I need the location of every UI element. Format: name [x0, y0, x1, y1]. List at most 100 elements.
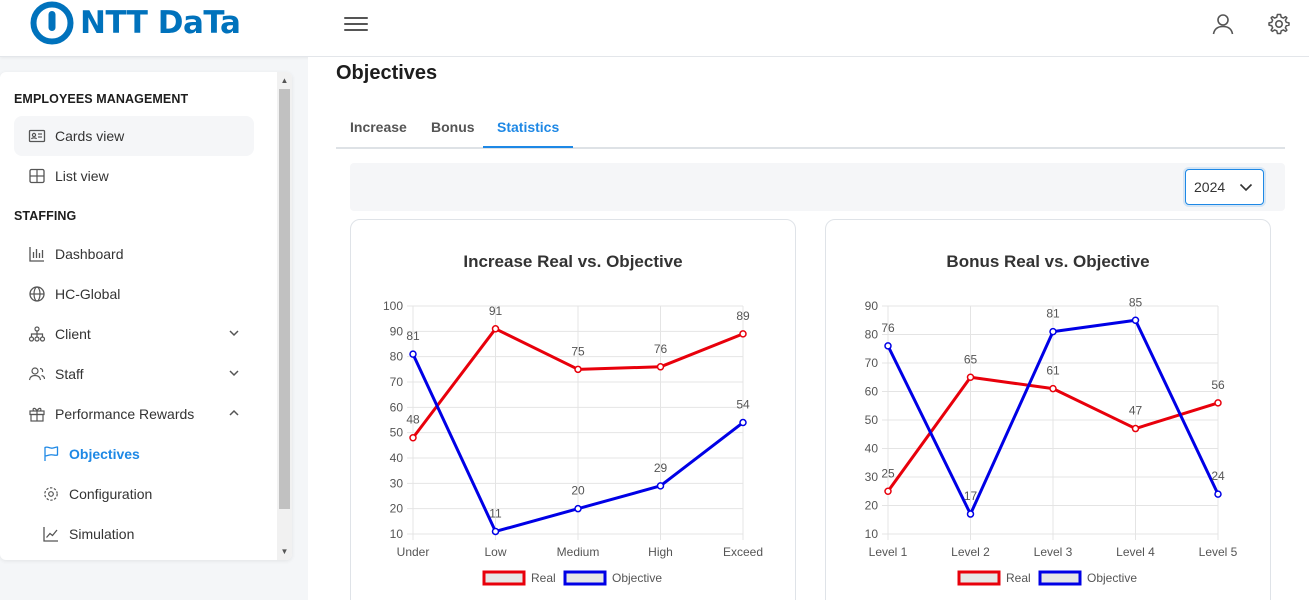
x-tick-label: Level 2: [951, 545, 990, 559]
chevron-down-icon[interactable]: [228, 327, 240, 339]
data-point: [1049, 327, 1057, 336]
sidebar: EMPLOYEES MANAGEMENT Cards view List vie…: [0, 72, 292, 560]
y-tick-label: 40: [390, 451, 404, 465]
x-tick-label: Level 4: [1116, 545, 1155, 559]
y-tick-label: 20: [865, 499, 879, 513]
filter-bar: 2024: [350, 163, 1285, 211]
data-label: 56: [1211, 378, 1225, 392]
chevron-down-icon: [1239, 183, 1253, 192]
x-tick-label: Low: [484, 545, 506, 559]
users-icon: [28, 367, 46, 381]
y-tick-label: 50: [865, 413, 879, 427]
sidebar-item-label: List view: [55, 168, 109, 184]
sidebar-item-configuration[interactable]: Configuration: [14, 474, 254, 514]
y-tick-label: 30: [865, 470, 879, 484]
data-point: [739, 330, 747, 338]
sidebar-item-client[interactable]: Client: [14, 314, 254, 354]
chevron-up-icon[interactable]: [228, 407, 240, 419]
sidebar-item-label: Cards view: [55, 128, 125, 144]
increase-chart-card: Increase Real vs. Objective 10 20 30 40 50 60…: [350, 219, 796, 600]
x-tick-label: Exceed: [723, 545, 763, 559]
year-select[interactable]: 2024: [1185, 169, 1264, 205]
data-point: [1214, 490, 1222, 498]
sidebar-item-hc-global[interactable]: HC-Global: [14, 274, 254, 314]
globe-icon: [29, 286, 45, 302]
data-label: 24: [1211, 469, 1225, 483]
data-point: [409, 433, 417, 442]
y-tick-label: 80: [865, 328, 879, 342]
data-point: [1214, 399, 1222, 407]
data-point: [491, 527, 500, 536]
bar-chart-icon: [29, 247, 44, 262]
tab-increase[interactable]: Increase: [350, 119, 407, 146]
org-chart-icon: [28, 326, 46, 342]
increase-line-chart: 10 20 30 40 50 60 70 80 90 100 Under Low Medium High E…: [383, 299, 763, 586]
x-tick-label: Under: [397, 545, 430, 559]
data-point: [574, 365, 582, 374]
sidebar-item-label: Client: [55, 326, 91, 342]
y-tick-label: 20: [390, 502, 404, 516]
table-icon: [29, 168, 45, 184]
legend-label: Objective: [612, 571, 662, 585]
data-point: [656, 363, 665, 371]
chevron-down-icon[interactable]: [228, 367, 240, 379]
sidebar-item-dashboard[interactable]: Dashboard: [14, 234, 254, 274]
x-tick-label: Medium: [557, 545, 600, 559]
data-label: 76: [881, 321, 895, 335]
y-tick-label: 90: [390, 324, 404, 338]
page-title: Objectives: [336, 62, 438, 84]
sidebar-item-label: Configuration: [69, 486, 153, 502]
data-label: 89: [736, 309, 750, 323]
id-card-icon: [28, 129, 46, 143]
legend-swatch-objective: [1038, 570, 1082, 586]
hamburger-icon[interactable]: [344, 13, 368, 35]
flag-icon: [44, 446, 59, 461]
section-title-employees-management: EMPLOYEES MANAGEMENT: [14, 92, 189, 106]
legend-swatch-real: [957, 570, 1001, 586]
sidebar-item-list-view[interactable]: List view: [14, 156, 254, 196]
scroll-down-arrow-icon[interactable]: ▼: [280, 547, 289, 556]
data-label: 25: [881, 466, 895, 480]
user-icon[interactable]: [1211, 12, 1235, 36]
bonus-chart-card: Bonus Real vs. Objective 10 20 30 40 50 60 70 8…: [825, 219, 1271, 600]
data-point: [884, 487, 892, 495]
data-point: [409, 350, 417, 358]
data-point: [884, 342, 892, 350]
tab-bonus[interactable]: Bonus: [431, 119, 475, 146]
scroll-thumb[interactable]: [279, 89, 290, 509]
sidebar-item-cards-view[interactable]: Cards view: [14, 116, 254, 156]
sidebar-item-staff[interactable]: Staff: [14, 354, 254, 394]
main-content: Objectives Increase Bonus Statistics 202…: [308, 57, 1309, 600]
ntt-logo-icon: [30, 1, 74, 45]
data-point: [656, 482, 665, 490]
x-tick-label: Level 5: [1199, 545, 1238, 559]
y-tick-label: 60: [390, 400, 404, 414]
data-label: 17: [964, 489, 978, 503]
data-label: 81: [1046, 307, 1060, 321]
data-label: 61: [1046, 364, 1060, 378]
y-tick-label: 100: [383, 299, 403, 313]
gear-icon[interactable]: [1267, 12, 1291, 36]
data-point: [966, 510, 975, 518]
sidebar-item-simulation[interactable]: Simulation: [14, 514, 254, 554]
sidebar-item-label: HC-Global: [55, 286, 121, 302]
y-tick-label: 10: [865, 527, 879, 541]
data-point: [1131, 316, 1140, 324]
data-label: 76: [654, 342, 668, 356]
sidebar-item-label: Performance Rewards: [55, 406, 195, 422]
sidebar-item-performance-rewards[interactable]: Performance Rewards: [14, 394, 254, 434]
y-tick-label: 70: [865, 356, 879, 370]
sidebar-scrollbar[interactable]: ▲ ▼: [277, 72, 292, 560]
ntt-data-logo[interactable]: NTT DaTa: [30, 1, 241, 45]
data-point: [491, 325, 500, 333]
scroll-up-arrow-icon[interactable]: ▲: [280, 76, 289, 85]
logo-text: NTT DaTa: [80, 5, 241, 41]
tab-statistics[interactable]: Statistics: [483, 119, 574, 148]
sidebar-nav: EMPLOYEES MANAGEMENT Cards view List vie…: [0, 72, 277, 560]
legend-swatch-real: [482, 570, 526, 586]
y-tick-label: 40: [865, 442, 879, 456]
data-point: [966, 373, 975, 381]
sidebar-item-label: Staff: [55, 366, 84, 382]
sidebar-item-objectives[interactable]: Objectives: [14, 434, 254, 474]
data-label: 29: [654, 461, 668, 475]
